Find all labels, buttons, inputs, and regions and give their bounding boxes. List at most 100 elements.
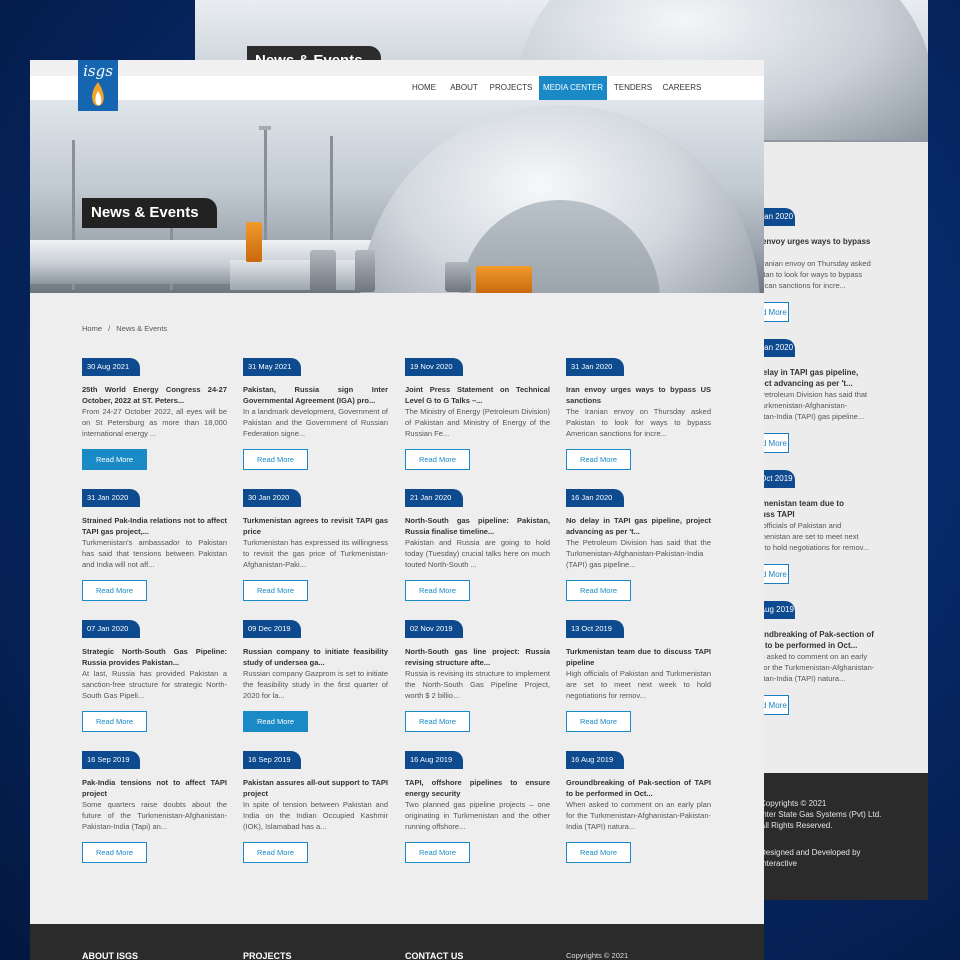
news-date: 31 Jan 2020 xyxy=(82,489,140,507)
news-excerpt: In a landmark development, Government of… xyxy=(243,407,388,438)
news-title[interactable]: Strategic North-South Gas Pipeline: Russ… xyxy=(82,646,227,668)
news-date: 16 Sep 2019 xyxy=(82,751,140,769)
news-excerpt: The Petroleum Division has said that the… xyxy=(566,538,711,569)
news-excerpt: The Iranian envoy on Thursday asked Paki… xyxy=(566,407,711,438)
news-date: 13 Oct 2019 xyxy=(566,620,624,638)
news-title[interactable]: Turkmenistan agrees to revisit TAPI gas … xyxy=(243,515,388,537)
read-more-button[interactable]: Read More xyxy=(82,580,147,601)
back-news-title: Groundbreaking of Pak-section of TAPI to… xyxy=(745,630,874,650)
news-excerpt: Two planned gas pipeline projects – one … xyxy=(405,800,550,831)
read-more-button[interactable]: Read More xyxy=(566,711,631,732)
news-excerpt: Russia is revising its structure to impl… xyxy=(405,669,550,700)
pipe-flange xyxy=(355,250,375,292)
news-title[interactable]: Joint Press Statement on Technical Level… xyxy=(405,384,550,406)
news-title[interactable]: No delay in TAPI gas pipeline, project a… xyxy=(566,515,711,537)
back-footer-line: Interactive xyxy=(760,859,797,868)
news-excerpt: At last, Russia has provided Pakistan a … xyxy=(82,669,227,700)
back-news-excerpt: When asked to comment on an early plan f… xyxy=(745,652,875,683)
pipe-flange xyxy=(445,262,471,292)
back-news-title: No delay in TAPI gas pipeline, project a… xyxy=(745,368,859,388)
back-footer-line: All Rights Reserved. xyxy=(760,821,833,830)
back-news-title: Turkmenistan team due to discuss TAPI xyxy=(745,499,844,519)
top-bar xyxy=(30,60,764,76)
read-more-button[interactable]: Read More xyxy=(82,711,147,732)
news-excerpt: In spite of tension between Pakistan and… xyxy=(243,800,388,831)
hero-banner xyxy=(30,100,764,293)
news-date: 19 Nov 2020 xyxy=(405,358,463,376)
news-title[interactable]: Iran envoy urges ways to bypass US sanct… xyxy=(566,384,711,406)
page-title-badge: News & Events xyxy=(82,198,217,228)
nav-projects[interactable]: PROJECTS xyxy=(486,76,536,100)
isgs-logo[interactable]: isgs xyxy=(78,60,118,111)
news-title[interactable]: Pakistan assures all-out support to TAPI… xyxy=(243,777,388,799)
breadcrumb-home-link[interactable]: Home xyxy=(82,324,102,333)
nav-home[interactable]: HOME xyxy=(405,76,443,100)
read-more-button[interactable]: Read More xyxy=(82,449,147,470)
footer-contact-heading: CONTACT US xyxy=(405,951,464,960)
footer: ABOUT ISGS PROJECTS CONTACT US Copyright… xyxy=(30,924,764,960)
flame-icon xyxy=(92,82,104,106)
news-excerpt: Pakistan and Russia are going to hold to… xyxy=(405,538,550,569)
news-excerpt: From 24-27 October 2022, all eyes will b… xyxy=(82,407,227,438)
news-excerpt: Russian company Gazprom is set to initia… xyxy=(243,669,388,700)
news-title[interactable]: Russian company to initiate feasibility … xyxy=(243,646,388,668)
back-news-excerpt: The Iranian envoy on Thursday asked Paki… xyxy=(745,259,871,290)
news-title[interactable]: Strained Pak-India relations not to affe… xyxy=(82,515,227,537)
breadcrumb-separator: / xyxy=(108,324,111,333)
orange-valve xyxy=(246,222,262,262)
nav-careers[interactable]: CAREERS xyxy=(660,76,704,100)
news-excerpt: When asked to comment on an early plan f… xyxy=(566,800,711,831)
news-date: 16 Aug 2019 xyxy=(405,751,463,769)
news-excerpt: The Ministry of Energy (Petroleum Divisi… xyxy=(405,407,550,438)
news-excerpt: Turkmenistan's ambassador to Pakistan ha… xyxy=(82,538,227,569)
pipe-flange xyxy=(310,250,336,292)
news-excerpt: Turkmenistan has expressed its willingne… xyxy=(243,538,388,569)
read-more-button[interactable]: Read More xyxy=(82,842,147,863)
footer-copyright: Copyrights © 2021 xyxy=(566,951,629,960)
read-more-button[interactable]: Read More xyxy=(243,711,308,732)
news-date: 07 Jan 2020 xyxy=(82,620,140,638)
news-excerpt: Some quarters raise doubts about the fut… xyxy=(82,800,227,831)
news-title[interactable]: Groundbreaking of Pak-section of TAPI to… xyxy=(566,777,711,799)
news-date: 21 Jan 2020 xyxy=(405,489,463,507)
back-footer-line: Inter State Gas Systems (Pvt) Ltd. xyxy=(760,810,882,819)
news-date: 31 May 2021 xyxy=(243,358,301,376)
read-more-button[interactable]: Read More xyxy=(566,842,631,863)
news-date: 31 Jan 2020 xyxy=(566,358,624,376)
news-title[interactable]: Pak-India tensions not to affect TAPI pr… xyxy=(82,777,227,799)
read-more-button[interactable]: Read More xyxy=(405,580,470,601)
news-title[interactable]: 25th World Energy Congress 24-27 October… xyxy=(82,384,227,406)
news-date: 30 Aug 2021 xyxy=(82,358,140,376)
breadcrumb: Home / News & Events xyxy=(82,324,171,333)
news-title[interactable]: Turkmenistan team due to discuss TAPI pi… xyxy=(566,646,711,668)
news-title[interactable]: North-South gas pipeline: Pakistan, Russ… xyxy=(405,515,550,537)
lamp-head xyxy=(259,126,271,130)
back-footer-line: Designed and Developed by xyxy=(760,848,861,857)
read-more-button[interactable]: Read More xyxy=(566,580,631,601)
back-news-excerpt: High officials of Pakistan and Turkmenis… xyxy=(745,521,870,552)
read-more-button[interactable]: Read More xyxy=(405,449,470,470)
read-more-button[interactable]: Read More xyxy=(243,449,308,470)
news-title[interactable]: TAPI, offshore pipelines to ensure energ… xyxy=(405,777,550,799)
news-title[interactable]: North-South gas line project: Russia rev… xyxy=(405,646,550,668)
nav-about[interactable]: ABOUT xyxy=(445,76,483,100)
news-date: 30 Jan 2020 xyxy=(243,489,301,507)
read-more-button[interactable]: Read More xyxy=(405,711,470,732)
back-news-title: Iran envoy urges ways to bypass US xyxy=(745,237,871,257)
news-date: 02 Nov 2019 xyxy=(405,620,463,638)
news-date: 16 Jan 2020 xyxy=(566,489,624,507)
nav-media-center[interactable]: MEDIA CENTER xyxy=(539,76,607,100)
breadcrumb-current: News & Events xyxy=(116,324,168,333)
read-more-button[interactable]: Read More xyxy=(243,580,308,601)
read-more-button[interactable]: Read More xyxy=(405,842,470,863)
back-footer-line: Copyrights © 2021 xyxy=(760,799,827,808)
read-more-button[interactable]: Read More xyxy=(243,842,308,863)
news-events-page: HOME ABOUT PROJECTS MEDIA CENTER TENDERS… xyxy=(30,60,764,960)
news-date: 16 Sep 2019 xyxy=(243,751,301,769)
nav-tenders[interactable]: TENDERS xyxy=(610,76,656,100)
news-date: 09 Dec 2019 xyxy=(243,620,301,638)
read-more-button[interactable]: Read More xyxy=(566,449,631,470)
news-title[interactable]: Pakistan, Russia sign Inter Governmental… xyxy=(243,384,388,406)
footer-projects-heading: PROJECTS xyxy=(243,951,292,960)
back-news-excerpt: The Petroleum Division has said that the… xyxy=(745,390,868,421)
